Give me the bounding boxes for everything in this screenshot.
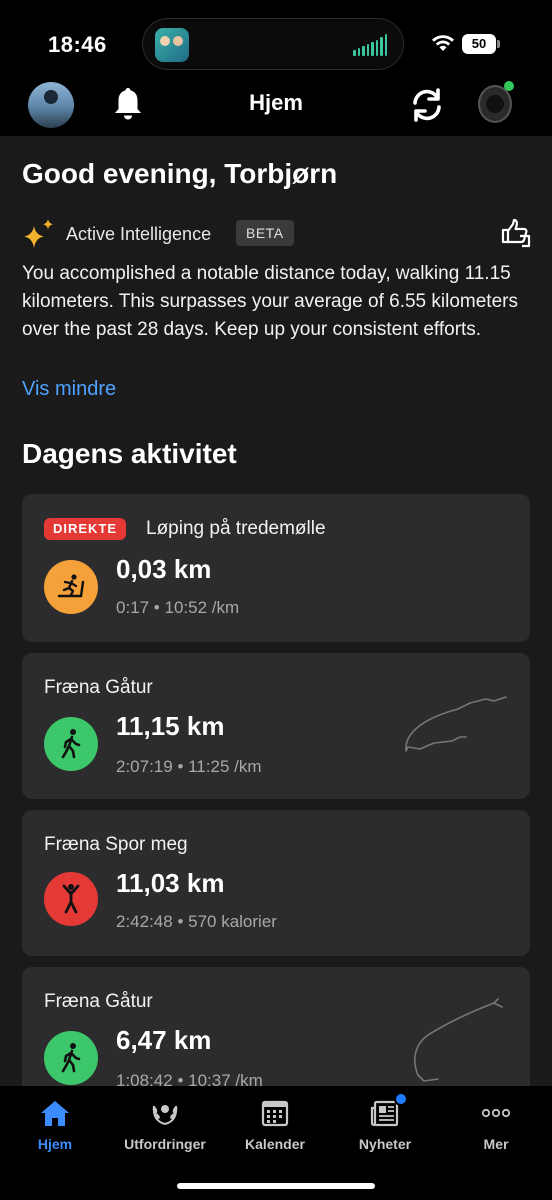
section-title-todays-activity: Dagens aktivitet	[22, 438, 237, 469]
tab-news[interactable]: Nyheter	[330, 1092, 440, 1158]
treadmill-run-icon	[44, 560, 98, 614]
activity-title: Fræna Spor meg	[44, 834, 188, 855]
status-time: 18:46	[48, 32, 107, 57]
tab-label: Kalender	[245, 1136, 305, 1152]
home-icon	[41, 1101, 69, 1126]
show-less-link[interactable]: Vis mindre	[22, 378, 116, 401]
status-bar: 18:46 50	[0, 0, 552, 80]
route-map-thumbnail	[405, 696, 507, 752]
route-map-thumbnail	[414, 998, 503, 1082]
person-arms-up-icon	[44, 872, 98, 926]
activity-distance: 11,03 km	[116, 868, 225, 898]
top-navigation: Hjem	[0, 80, 552, 136]
ai-insight-text: You accomplished a notable distance toda…	[22, 263, 518, 340]
tab-calendar[interactable]: Kalender	[220, 1098, 330, 1158]
beta-badge: BETA	[236, 220, 294, 246]
more-dots-icon	[481, 1108, 511, 1118]
activity-stats: 2:07:19 • 11:25 /km	[116, 757, 262, 776]
page-title: Hjem	[249, 90, 303, 115]
activity-card-live[interactable]: DIREKTE Løping på tredemølle 0,03 km 0:1…	[22, 494, 530, 642]
home-feed[interactable]: Good evening, Torbjørn Active Intelligen…	[0, 136, 552, 1086]
tab-label: Nyheter	[358, 1136, 412, 1152]
sparkle-icon	[24, 219, 53, 248]
greeting-heading: Good evening, Torbjørn	[22, 158, 338, 189]
tab-challenges[interactable]: Utfordringer	[110, 1098, 220, 1158]
sync-icon[interactable]	[407, 85, 447, 125]
tab-more[interactable]: Mer	[441, 1098, 551, 1158]
battery-indicator: 50	[462, 34, 500, 54]
walking-icon	[44, 1031, 98, 1085]
activity-card[interactable]: Fræna Gåtur 6,47 km 1:08:42 • 10:37 /km	[22, 967, 530, 1086]
activity-title: Fræna Gåtur	[44, 677, 153, 698]
wifi-icon	[432, 35, 454, 51]
tab-label: Mer	[483, 1136, 509, 1152]
activity-stats: 1:08:42 • 10:37 /km	[116, 1071, 263, 1086]
dynamic-island[interactable]	[142, 18, 404, 70]
activity-distance: 6,47 km	[116, 1025, 212, 1055]
tab-label: Utfordringer	[124, 1136, 206, 1152]
calendar-icon	[261, 1100, 289, 1127]
device-connected-indicator	[504, 81, 514, 91]
activity-stats: 2:42:48 • 570 kalorier	[116, 912, 277, 931]
activity-distance: 0,03 km	[116, 554, 212, 584]
feedback-thumbs-icon[interactable]	[500, 218, 532, 248]
tab-home[interactable]: Hjem	[0, 1098, 110, 1158]
tab-label: Hjem	[37, 1136, 73, 1152]
now-playing-thumbnail	[155, 28, 189, 62]
activity-card[interactable]: Fræna Gåtur 11,15 km 2:07:19 • 11:25 /km	[22, 653, 530, 799]
activity-title: Fræna Gåtur	[44, 991, 153, 1012]
activity-distance: 11,15 km	[116, 711, 225, 741]
activity-title: Løping på tredemølle	[146, 518, 326, 539]
activity-stats: 0:17 • 10:52 /km	[116, 598, 240, 617]
walking-icon	[44, 717, 98, 771]
live-badge: DIREKTE	[44, 518, 127, 540]
audio-level-icon	[353, 34, 387, 56]
device-watch-icon[interactable]	[474, 81, 514, 125]
laurel-icon	[152, 1105, 178, 1125]
active-intelligence-label: Active Intelligence	[66, 224, 212, 244]
home-indicator	[177, 1183, 375, 1189]
activity-card[interactable]: Fræna Spor meg 11,03 km 2:42:48 • 570 ka…	[22, 810, 530, 956]
notification-dot	[394, 1092, 408, 1106]
active-intelligence-header: Active Intelligence BETA	[22, 218, 532, 250]
